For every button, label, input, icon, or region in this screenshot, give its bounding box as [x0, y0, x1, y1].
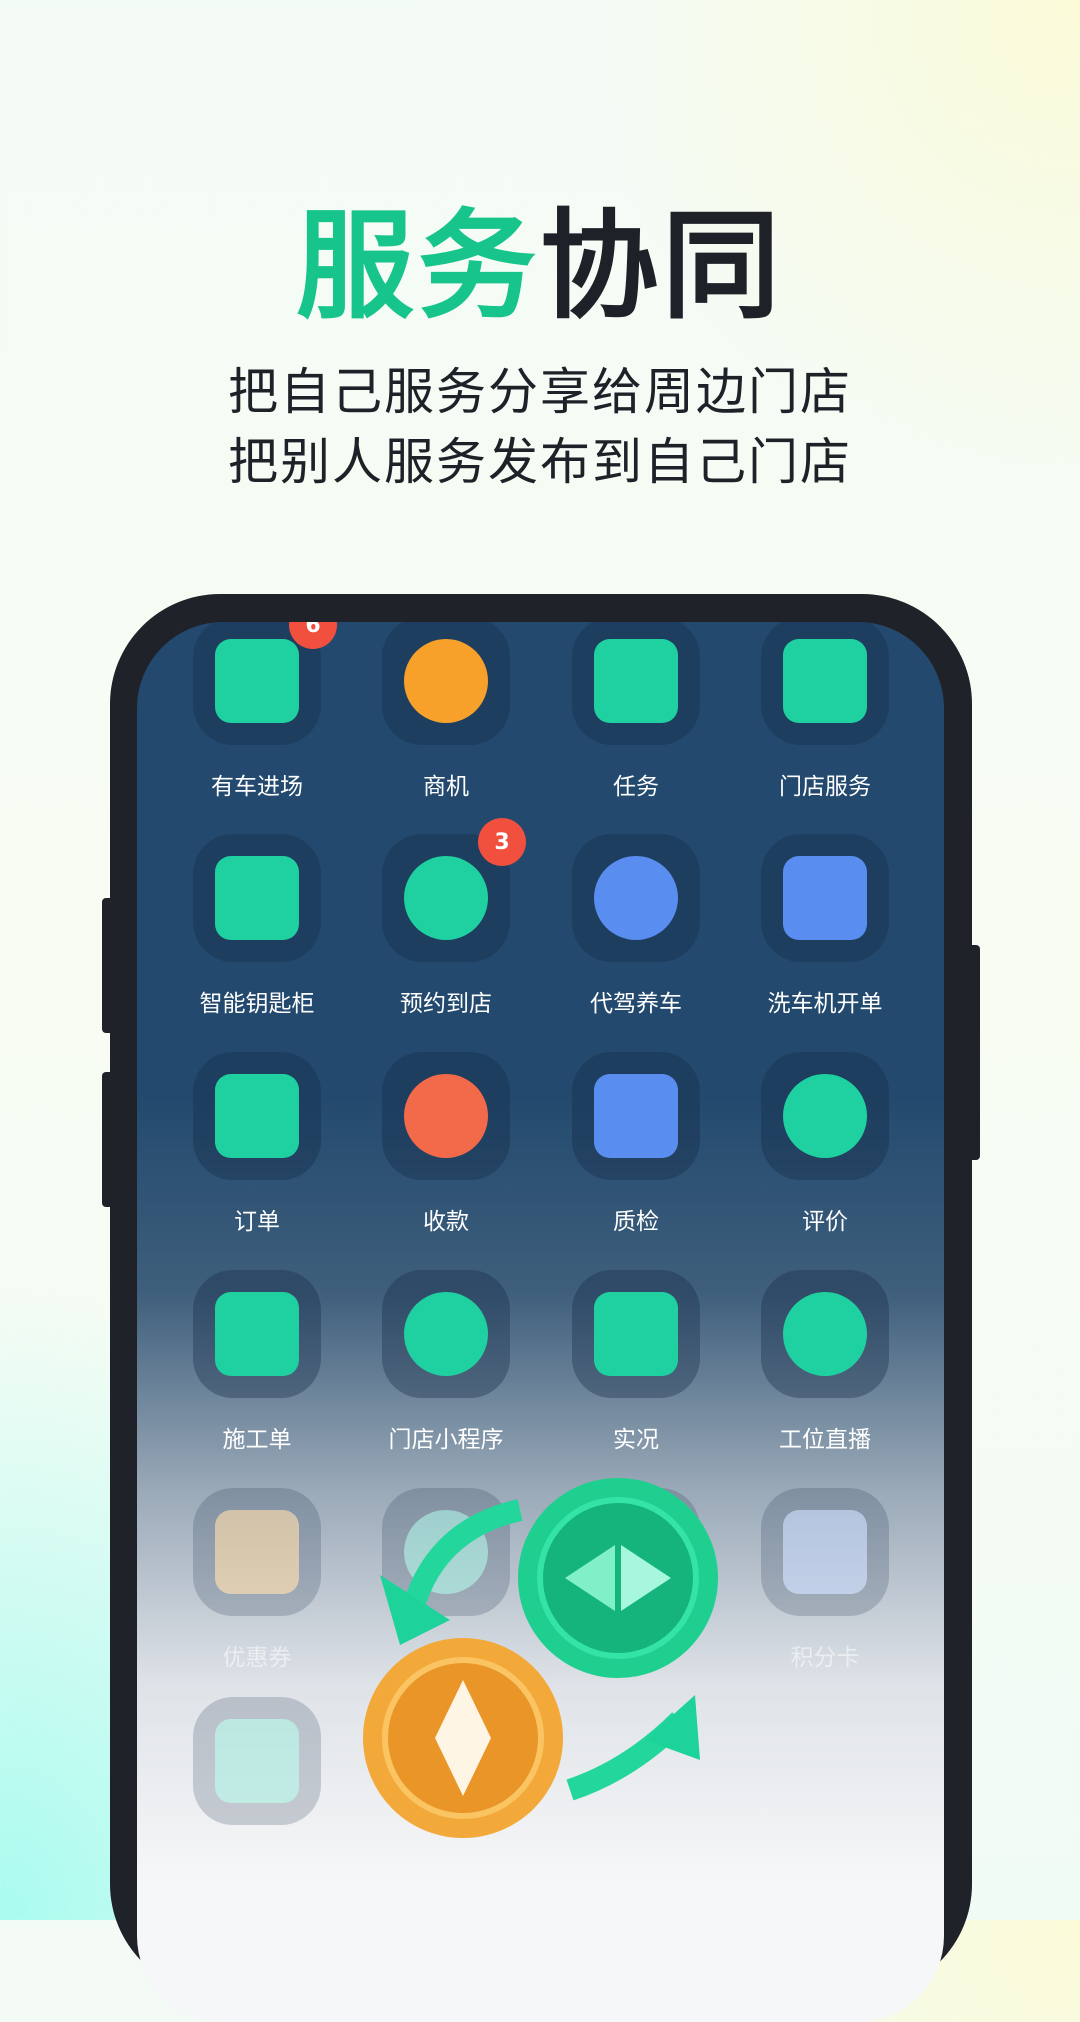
subtitle-line-1: 把自己服务分享给周边门店 — [228, 363, 852, 421]
app-item[interactable]: 洗车机开单 — [735, 834, 915, 1017]
app-tile[interactable]: 6 — [193, 622, 337, 745]
headline: 服务协同 — [295, 197, 785, 335]
app-tile[interactable] — [193, 1697, 321, 1825]
app-item[interactable]: 代驾养车 — [546, 834, 726, 1017]
app-tile[interactable] — [382, 1270, 510, 1398]
app-label: 施工单 — [222, 1427, 292, 1453]
app-tile[interactable] — [193, 1488, 321, 1616]
app-label: 积分卡 — [790, 1645, 860, 1671]
app-label: 订单 — [234, 1209, 280, 1235]
app-label: 有车进场 — [211, 774, 303, 800]
car-icon — [215, 639, 299, 723]
app-item[interactable]: 商机 — [356, 622, 536, 800]
notification-badge: 6 — [289, 622, 337, 649]
app-tile[interactable] — [572, 622, 700, 745]
webcam-icon — [783, 1292, 867, 1376]
app-item[interactable]: 6 有车进场 — [167, 622, 347, 800]
clock-icon — [404, 856, 488, 940]
app-label: 任务 — [613, 774, 659, 800]
app-label: 评价 — [802, 1209, 848, 1235]
app-item[interactable]: 收款 — [356, 1052, 536, 1235]
app-item[interactable]: 实况 — [546, 1270, 726, 1453]
app-item[interactable]: 门店服务 — [735, 622, 915, 800]
app-label: 门店服务 — [779, 774, 871, 800]
arrow-icon — [399, 1499, 523, 1623]
app-label: 工位直播 — [779, 1427, 871, 1453]
grid-icon — [783, 639, 867, 723]
app-label: 门店小程序 — [388, 1427, 504, 1453]
car-wash-icon — [783, 856, 867, 940]
chat-bubble-icon — [783, 1074, 867, 1158]
app-icon — [215, 1719, 299, 1803]
app-item[interactable]: 门店小程序 — [356, 1270, 536, 1453]
app-item[interactable]: 优惠券 — [167, 1488, 347, 1671]
steering-wheel-icon — [594, 856, 678, 940]
app-item[interactable]: 质检 — [546, 1052, 726, 1235]
app-item[interactable] — [167, 1697, 347, 1825]
clipboard-icon — [215, 1074, 299, 1158]
app-item[interactable]: 施工单 — [167, 1270, 347, 1453]
app-label: 智能钥匙柜 — [199, 991, 315, 1017]
app-item[interactable]: 评价 — [735, 1052, 915, 1235]
app-label: 商机 — [423, 774, 469, 800]
app-item[interactable]: 任务 — [546, 622, 726, 800]
key-cabinet-icon — [215, 856, 299, 940]
subtitle-line-2: 把别人服务发布到自己门店 — [228, 433, 852, 491]
app-label: 代驾养车 — [590, 991, 682, 1017]
app-tile[interactable] — [193, 834, 321, 962]
app-item[interactable]: 订单 — [167, 1052, 347, 1235]
lightbulb-icon — [404, 639, 488, 723]
phone-side-button — [102, 898, 114, 1033]
mini-program-icon — [404, 1292, 488, 1376]
app-tile[interactable] — [761, 1052, 889, 1180]
app-tile[interactable] — [761, 622, 889, 745]
app-tile[interactable] — [382, 1052, 510, 1180]
points-card-icon — [783, 1510, 867, 1594]
app-tile[interactable] — [761, 834, 889, 962]
worker-icon — [215, 1292, 299, 1376]
phone-power-button — [968, 945, 980, 1160]
app-item[interactable]: 工位直播 — [735, 1270, 915, 1453]
app-label: 收款 — [423, 1209, 469, 1235]
notification-badge: 3 — [478, 818, 526, 866]
bookmark-star-icon — [594, 639, 678, 723]
app-item[interactable]: 积分卡 — [735, 1488, 915, 1671]
app-tile[interactable] — [572, 834, 700, 962]
app-tile[interactable]: 3 — [382, 818, 526, 962]
app-label: 实况 — [613, 1427, 659, 1453]
app-label: 质检 — [613, 1209, 659, 1235]
app-tile[interactable] — [761, 1488, 889, 1616]
app-tile[interactable] — [382, 622, 510, 745]
app-tile[interactable] — [572, 1270, 700, 1398]
app-tile[interactable] — [193, 1270, 321, 1398]
video-camera-icon — [594, 1292, 678, 1376]
app-label: 洗车机开单 — [767, 991, 883, 1017]
checklist-icon — [594, 1074, 678, 1158]
app-tile[interactable] — [572, 1052, 700, 1180]
app-item[interactable]: 智能钥匙柜 — [167, 834, 347, 1017]
app-tile[interactable] — [193, 1052, 321, 1180]
yuan-icon — [404, 1074, 488, 1158]
app-tile[interactable] — [761, 1270, 889, 1398]
exchange-coins-illustration — [363, 1478, 718, 1838]
app-item[interactable]: 3 预约到店 — [356, 818, 536, 1017]
phone-side-button — [102, 1072, 114, 1207]
app-label: 优惠券 — [222, 1645, 292, 1671]
app-label: 预约到店 — [400, 991, 492, 1017]
coupon-icon — [215, 1510, 299, 1594]
